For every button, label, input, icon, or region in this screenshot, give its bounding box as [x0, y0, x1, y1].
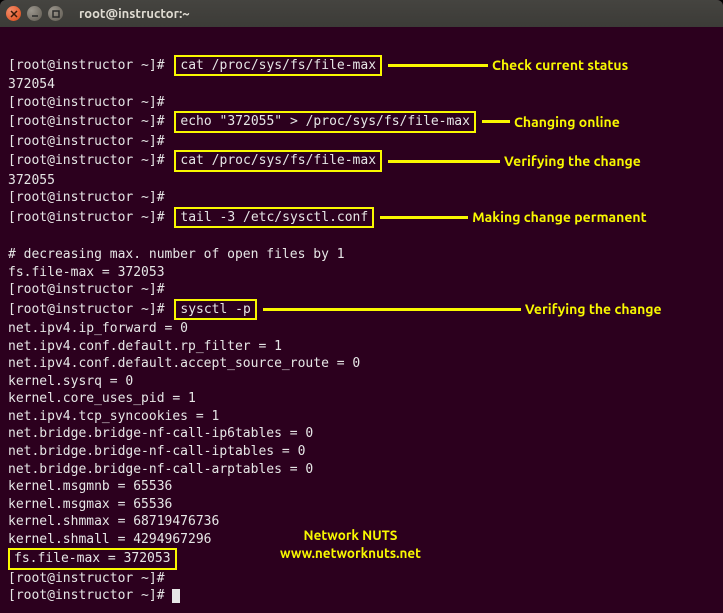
annotation-2: Changing online	[514, 113, 620, 132]
sysctl-line: kernel.sysrq = 0	[8, 373, 715, 391]
close-icon[interactable]	[6, 6, 21, 21]
window-title: root@instructor:~	[79, 7, 190, 21]
prompt-line-4: [root@instructor ~]# tail -3 /etc/sysctl…	[8, 207, 715, 229]
branding: Network NUTS www.networknuts.net	[280, 526, 421, 562]
annotation-5: Verifying the change	[525, 300, 662, 319]
connector-line	[388, 64, 488, 67]
prompt: [root@instructor ~]#	[8, 57, 172, 75]
sysctl-line: net.ipv4.conf.default.rp_filter = 1	[8, 338, 715, 356]
maximize-icon[interactable]	[48, 6, 63, 21]
output-1: 372054	[8, 76, 715, 94]
prompt: [root@instructor ~]#	[8, 94, 172, 112]
prompt-line-empty: [root@instructor ~]#	[8, 133, 715, 151]
terminal-window: root@instructor:~ [root@instructor ~]# c…	[0, 0, 723, 613]
prompt: [root@instructor ~]#	[8, 113, 172, 131]
sysctl-line: net.bridge.bridge-nf-call-iptables = 0	[8, 443, 715, 461]
prompt: [root@instructor ~]#	[8, 152, 172, 170]
prompt: [root@instructor ~]#	[8, 209, 172, 227]
annotation-1: Check current status	[492, 56, 628, 75]
minimize-icon[interactable]	[27, 6, 42, 21]
brand-url: www.networknuts.net	[280, 544, 421, 562]
prompt-line-empty: [root@instructor ~]#	[8, 570, 715, 588]
prompt-line-empty: [root@instructor ~]#	[8, 281, 715, 299]
cursor	[172, 589, 180, 603]
command-5: sysctl -p	[174, 299, 256, 321]
prompt-line-5: [root@instructor ~]# sysctl -p Verifying…	[8, 299, 715, 321]
prompt-line-empty: [root@instructor ~]#	[8, 94, 715, 112]
prompt-line-empty: [root@instructor ~]#	[8, 189, 715, 207]
sysctl-line: kernel.msgmnb = 65536	[8, 478, 715, 496]
prompt: [root@instructor ~]#	[8, 587, 172, 605]
prompt: [root@instructor ~]#	[8, 281, 172, 299]
connector-line	[388, 160, 500, 163]
empty-line	[8, 228, 715, 246]
annotation-4: Making change permanent	[472, 208, 646, 227]
sysctl-line: net.ipv4.conf.default.accept_source_rout…	[8, 355, 715, 373]
prompt: [root@instructor ~]#	[8, 133, 172, 151]
sysctl-line: net.ipv4.ip_forward = 0	[8, 320, 715, 338]
prompt-line-1: [root@instructor ~]# cat /proc/sys/fs/fi…	[8, 55, 715, 77]
empty-line	[8, 37, 715, 55]
sysctl-line: net.bridge.bridge-nf-call-ip6tables = 0	[8, 425, 715, 443]
sysctl-line: kernel.core_uses_pid = 1	[8, 390, 715, 408]
connector-line	[482, 120, 510, 123]
connector-line	[263, 308, 521, 311]
prompt-line-cursor: [root@instructor ~]#	[8, 587, 715, 605]
prompt-line-3: [root@instructor ~]# cat /proc/sys/fs/fi…	[8, 150, 715, 172]
sysctl-output: net.ipv4.ip_forward = 0net.ipv4.conf.def…	[8, 320, 715, 548]
titlebar: root@instructor:~	[0, 0, 723, 27]
prompt: [root@instructor ~]#	[8, 189, 172, 207]
annotation-3: Verifying the change	[504, 152, 641, 171]
terminal-body[interactable]: [root@instructor ~]# cat /proc/sys/fs/fi…	[0, 27, 723, 613]
tail-output-b: fs.file-max = 372053	[8, 264, 715, 282]
sysctl-line: net.bridge.bridge-nf-call-arptables = 0	[8, 461, 715, 479]
highlighted-output: fs.file-max = 372053	[8, 548, 177, 570]
prompt: [root@instructor ~]#	[8, 301, 172, 319]
command-3: cat /proc/sys/fs/file-max	[174, 150, 382, 172]
command-4: tail -3 /etc/sysctl.conf	[174, 207, 374, 229]
brand-name: Network NUTS	[280, 526, 421, 544]
tail-output-a: # decreasing max. number of open files b…	[8, 246, 715, 264]
sysctl-line: net.ipv4.tcp_syncookies = 1	[8, 408, 715, 426]
prompt-line-2: [root@instructor ~]# echo "372055" > /pr…	[8, 111, 715, 133]
prompt: [root@instructor ~]#	[8, 570, 172, 588]
connector-line	[380, 216, 468, 219]
command-1: cat /proc/sys/fs/file-max	[174, 55, 382, 77]
command-2: echo "372055" > /proc/sys/fs/file-max	[174, 111, 476, 133]
sysctl-line: kernel.msgmax = 65536	[8, 496, 715, 514]
output-3: 372055	[8, 172, 715, 190]
